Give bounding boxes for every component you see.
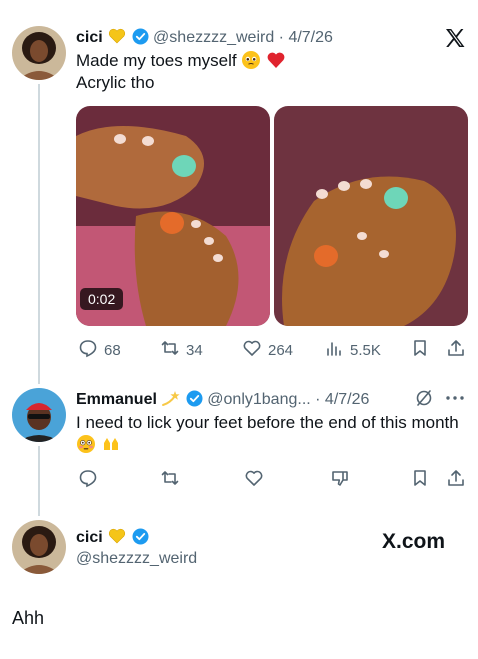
retweet-icon [160, 338, 180, 362]
thread-line-lower [38, 446, 40, 516]
like-icon [242, 338, 262, 362]
tweet1-line1: Made my toes myself [76, 51, 237, 70]
bookmark-button-2[interactable] [410, 468, 430, 492]
hands-icon [101, 434, 121, 454]
more-icon[interactable] [444, 388, 466, 408]
verified-icon [186, 390, 203, 407]
bookmark-button[interactable] [410, 338, 430, 362]
tweet2-date[interactable]: 4/7/26 [325, 391, 369, 408]
retweet-button[interactable]: 34 [160, 338, 203, 362]
pleading-face-icon [241, 50, 261, 70]
separator-dot: · [310, 391, 325, 408]
verified-icon [132, 28, 149, 45]
share-button[interactable] [446, 338, 466, 362]
share-button-2[interactable] [446, 468, 466, 492]
grok-icon[interactable] [414, 388, 434, 408]
tweet1-date[interactable]: 4/7/26 [288, 29, 332, 46]
views-count: 5.5K [350, 341, 381, 359]
like-count: 264 [268, 341, 294, 359]
bookmark-icon [410, 468, 430, 492]
footer-handle[interactable]: @shezzzz_weird [76, 550, 197, 568]
avatar-emmanuel[interactable] [12, 388, 66, 442]
tweet1-text: Made my toes myself Acrylic tho [76, 50, 286, 94]
video-timestamp: 0:02 [80, 288, 124, 310]
retweet-count: 34 [186, 341, 203, 359]
tweet2-name[interactable]: Emmanuel [76, 391, 157, 408]
like-button[interactable]: 264 [242, 338, 293, 362]
footer-name[interactable]: cici [76, 529, 103, 546]
tweet1-name[interactable]: cici [76, 29, 103, 46]
tweet2-handle[interactable]: @only1bang... [207, 391, 310, 408]
views-icon [324, 338, 344, 362]
tweet1-line2: Acrylic tho [76, 73, 155, 92]
separator-dot: · [274, 29, 289, 46]
reply-icon [78, 468, 98, 492]
downvote-icon [330, 468, 350, 492]
tweet2-body: I need to lick your feet before the end … [76, 413, 459, 432]
gold-heart-icon [107, 26, 127, 46]
share-icon [446, 338, 466, 362]
shooting-star-icon [161, 388, 181, 408]
verified-icon [132, 528, 149, 545]
tweet1-photo-2[interactable] [274, 106, 468, 326]
brand-text: X.com [382, 530, 446, 553]
tweet1-handle[interactable]: @shezzzz_weird [153, 29, 274, 46]
retweet-button-2[interactable] [160, 468, 180, 492]
caption-text: Ahh [12, 608, 45, 628]
flushed-face-icon [76, 434, 96, 454]
thread-line [38, 84, 40, 384]
bookmark-icon [410, 338, 430, 362]
gold-heart-icon [107, 526, 127, 546]
like-icon [244, 468, 264, 492]
like-button-2[interactable] [244, 468, 264, 492]
tweet2-text: I need to lick your feet before the end … [76, 412, 466, 456]
avatar-cici[interactable] [12, 26, 66, 80]
x-logo-icon[interactable] [443, 26, 467, 50]
red-heart-icon [266, 50, 286, 70]
retweet-icon [160, 468, 180, 492]
footer-name-row: cici [76, 526, 149, 547]
views-button[interactable]: 5.5K [324, 338, 381, 362]
reply-icon [78, 338, 98, 362]
footer-brand[interactable]: X.com [382, 530, 445, 554]
share-icon [446, 468, 466, 492]
reply-button[interactable]: 68 [78, 338, 121, 362]
tweet2-header: Emmanuel @only1bang... · 4/7/26 [76, 388, 369, 409]
reply-count: 68 [104, 341, 121, 359]
downvote-button[interactable] [330, 468, 350, 492]
avatar-cici-footer[interactable] [12, 520, 66, 574]
reply-button-2[interactable] [78, 468, 98, 492]
tweet1-header: cici @shezzzz_weird · 4/7/26 [76, 26, 333, 47]
